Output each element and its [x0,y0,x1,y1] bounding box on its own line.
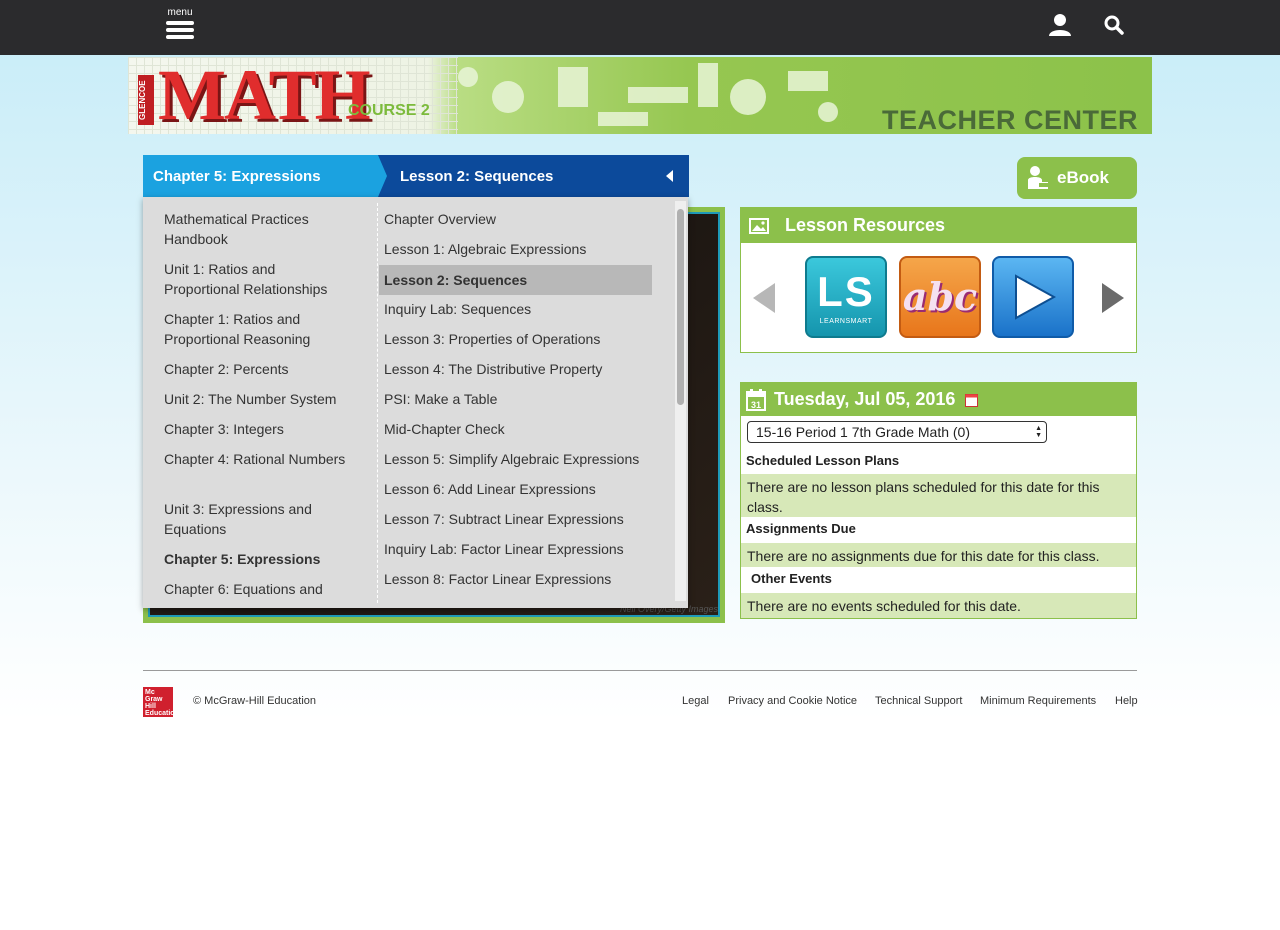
lesson-list-item[interactable]: Lesson 1: Algebraic Expressions [384,239,654,259]
ebook-label: eBook [1057,168,1109,187]
vocabulary-tile[interactable]: abc [899,256,981,338]
menu-button[interactable]: menu [164,8,196,44]
search-icon[interactable] [1102,13,1126,37]
scheduled-lesson-plans-message: There are no lesson plans scheduled for … [741,474,1136,517]
date-picker-icon[interactable] [965,393,979,407]
chapter-list-item[interactable]: Chapter 6: Equations and [164,579,354,599]
footer-link-help[interactable]: Help [1115,695,1138,707]
learnsmart-caption: LEARNSMART [819,318,873,325]
glencoe-logo: GLENCOE [138,75,154,125]
calendar-panel: 31 Tuesday, Jul 05, 2016 15-16 Period 1 … [740,382,1137,619]
footer-link-privacy[interactable]: Privacy and Cookie Notice [728,695,857,707]
learnsmart-logo-text: LS [817,268,875,315]
class-select-value: 15-16 Period 1 7th Grade Math (0) [756,424,971,440]
calendar-icon: 31 [746,388,766,411]
lesson-list-item[interactable]: Lesson 5: Simplify Algebraic Expressions [384,449,654,469]
chapter-list-item[interactable]: Unit 1: Ratios and Proportional Relation… [164,259,354,299]
user-icon[interactable] [1046,12,1074,40]
breadcrumb-lesson[interactable]: Lesson 2: Sequences [378,155,689,197]
chapter-list-item[interactable]: Chapter 2: Percents [164,359,354,379]
lesson-list-item[interactable]: Chapter Overview [384,209,654,229]
breadcrumb-chapter[interactable]: Chapter 5: Expressions [143,155,388,197]
chapter-list: Mathematical Practices Handbook Unit 1: … [143,197,378,608]
reader-icon [1028,166,1048,189]
abc-icon-text: abc [902,274,978,319]
class-select[interactable]: 15-16 Period 1 7th Grade Math (0) ▲ ▼ [747,421,1047,443]
lesson-resources-header: Lesson Resources [741,208,1136,243]
footer-link-legal[interactable]: Legal [682,695,709,707]
chapter-list-item[interactable]: Unit 2: The Number System [164,389,354,409]
lesson-list-item[interactable]: Lesson 4: The Distributive Property [384,359,654,379]
lesson-resources-title: Lesson Resources [785,215,946,235]
lesson-list-item[interactable]: Inquiry Lab: Sequences [384,299,654,319]
dropdown-scrollbar-thumb[interactable] [677,209,684,405]
carousel-prev-icon[interactable] [753,283,775,313]
carousel-next-icon[interactable] [1102,283,1124,313]
dropdown-divider [377,203,378,603]
select-arrows-icon: ▲ ▼ [1035,425,1042,439]
svg-text:31: 31 [751,400,761,410]
learnsmart-tile[interactable]: LS LEARNSMART [805,256,887,338]
banner-math-collage [458,63,838,126]
lesson-list-item[interactable]: Lesson 3: Properties of Operations [384,329,654,349]
footer-link-technical-support[interactable]: Technical Support [875,695,962,707]
top-navigation-bar: menu [0,0,1280,55]
footer-divider [143,670,1137,671]
footer-link-minimum-requirements[interactable]: Minimum Requirements [980,695,1096,707]
chapter-list-item[interactable]: Mathematical Practices Handbook [164,209,354,249]
lesson-list-item[interactable]: Inquiry Lab: Factor Linear Expressions [384,539,654,559]
video-tile[interactable] [992,256,1074,338]
teacher-center-title: TEACHER CENTER [881,105,1138,134]
hamburger-icon-bar [166,35,194,39]
lesson-list-item[interactable]: Lesson 8: Factor Linear Expressions [384,569,654,589]
hamburger-icon-bar [166,28,194,32]
chapter-list-item-active[interactable]: Chapter 5: Expressions [164,549,354,569]
play-icon [1015,274,1057,320]
other-events-label: Other Events [751,571,832,586]
math-course-banner: GLENCOE MATH COURSE 2 TEACHER CENTER [128,57,1152,134]
copyright-text: © McGraw-Hill Education [193,695,317,707]
chapter-list-item[interactable]: Unit 3: Expressions and Equations [164,499,354,539]
mcgraw-hill-logo[interactable]: Mc Graw Hill Education [143,687,179,717]
lesson-list-item[interactable]: Lesson 7: Subtract Linear Expressions [384,509,654,529]
math-logo: MATH [158,57,371,134]
selected-date: Tuesday, Jul 05, 2016 [774,389,956,409]
lesson-list-item[interactable]: Mid-Chapter Check [384,419,654,439]
image-icon [749,217,769,234]
lesson-list-item[interactable]: PSI: Make a Table [384,389,654,409]
lesson-list-item-selected[interactable]: Lesson 2: Sequences [379,265,652,295]
menu-label: menu [167,7,193,18]
chapter-list-item[interactable]: Chapter 3: Integers [164,419,354,439]
chapter-list-item[interactable]: Chapter 1: Ratios and Proportional Reaso… [164,309,354,349]
calendar-header: 31 Tuesday, Jul 05, 2016 [741,383,1136,416]
lesson-list: Chapter Overview Lesson 1: Algebraic Exp… [379,197,675,608]
ebook-button[interactable]: eBook [1017,157,1137,199]
lesson-resources-panel: Lesson Resources LS LEARNSMART abc [740,207,1137,353]
chapter-lesson-dropdown: Mathematical Practices Handbook Unit 1: … [143,197,688,608]
assignments-due-label: Assignments Due [746,521,856,536]
caret-left-icon[interactable] [666,170,673,182]
hamburger-icon [166,21,194,25]
lesson-list-item[interactable]: Lesson 6: Add Linear Expressions [384,479,654,499]
scheduled-lesson-plans-label: Scheduled Lesson Plans [746,453,900,468]
assignments-due-message: There are no assignments due for this da… [741,543,1136,567]
course-label: COURSE 2 [348,102,430,119]
other-events-message: There are no events scheduled for this d… [741,593,1136,618]
chapter-list-item[interactable]: Chapter 4: Rational Numbers [164,449,354,469]
